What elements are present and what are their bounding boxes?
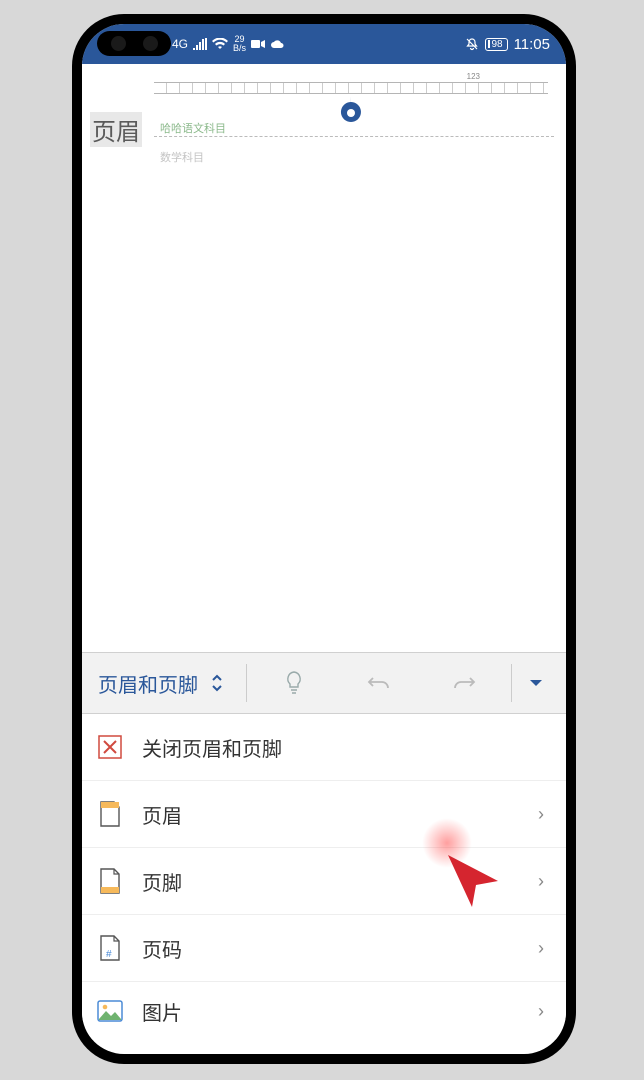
svg-text:#: # <box>106 949 112 960</box>
battery-percent: 98 <box>491 39 502 50</box>
header-region-label: 页眉 <box>90 112 142 147</box>
chevron-right-icon: › <box>538 804 544 825</box>
ruler-mark: 123 <box>467 72 480 81</box>
clock: 11:05 <box>514 36 550 53</box>
undo-icon[interactable] <box>336 653 421 713</box>
chevron-right-icon: › <box>538 1001 544 1022</box>
header-boundary-line <box>154 136 554 137</box>
dnd-icon <box>465 37 479 51</box>
document-line-1[interactable]: 哈哈语文科目 <box>160 120 226 136</box>
item-label: 页眉 <box>142 800 520 829</box>
ribbon-tab-title[interactable]: 页眉和页脚 <box>92 669 204 698</box>
battery-indicator: 98 <box>485 38 507 51</box>
wifi-icon <box>212 38 228 50</box>
footer-icon <box>96 867 124 895</box>
close-header-footer-item[interactable]: 关闭页眉和页脚 <box>82 714 566 781</box>
chevron-right-icon: › <box>538 871 544 892</box>
cursor-handle-icon[interactable] <box>340 96 362 126</box>
cloud-icon <box>270 39 284 49</box>
footer-item[interactable]: 页脚 › <box>82 848 566 915</box>
page-number-item[interactable]: # 页码 › <box>82 915 566 982</box>
header-item[interactable]: 页眉 › <box>82 781 566 848</box>
speed-unit: B/s <box>233 44 246 53</box>
lightbulb-icon[interactable] <box>251 653 336 713</box>
document-canvas[interactable]: 123 页眉 哈哈语文科目 数学科目 <box>82 64 566 652</box>
redo-icon[interactable] <box>422 653 507 713</box>
item-label: 图片 <box>142 997 520 1026</box>
item-label: 页脚 <box>142 867 520 896</box>
collapse-ribbon-icon[interactable] <box>516 653 556 713</box>
picture-icon <box>96 997 124 1025</box>
phone-frame: 4G 29 B/s <box>72 14 576 1064</box>
options-panel: 关闭页眉和页脚 页眉 › 页脚 › # 页码 <box>82 714 566 1040</box>
screen: 4G 29 B/s <box>82 24 566 1054</box>
ribbon-switch-icon[interactable] <box>210 672 224 694</box>
network-speed: 29 B/s <box>233 35 246 53</box>
picture-item[interactable]: 图片 › <box>82 982 566 1040</box>
ribbon-toolbar: 页眉和页脚 <box>82 652 566 714</box>
network-type-label: 4G <box>172 37 188 51</box>
camera-pill <box>97 31 171 56</box>
divider <box>246 664 247 702</box>
chevron-right-icon: › <box>538 938 544 959</box>
divider <box>511 664 512 702</box>
page-number-icon: # <box>96 934 124 962</box>
document-line-2[interactable]: 数学科目 <box>160 149 204 165</box>
item-label: 关闭页眉和页脚 <box>142 733 544 762</box>
video-icon <box>251 39 265 49</box>
header-icon <box>96 800 124 828</box>
ruler: 123 <box>154 82 548 94</box>
item-label: 页码 <box>142 934 520 963</box>
close-icon <box>96 733 124 761</box>
signal-icon <box>193 38 207 50</box>
